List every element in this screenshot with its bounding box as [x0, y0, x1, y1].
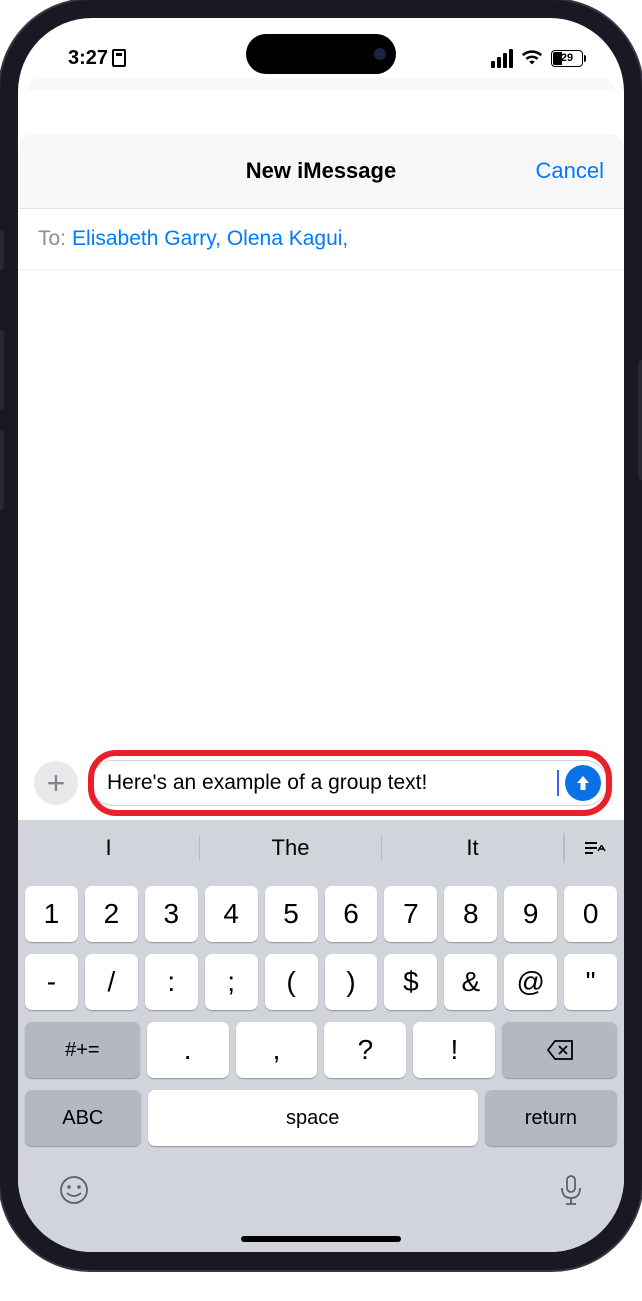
dynamic-island — [246, 34, 396, 74]
key-slash[interactable]: / — [85, 954, 138, 1010]
phone-frame: 3:27 29 — [0, 0, 642, 1270]
text-cursor — [557, 770, 559, 796]
key-0[interactable]: 0 — [564, 886, 617, 942]
plus-icon: + — [47, 765, 66, 802]
cellular-signal-icon — [491, 49, 513, 68]
key-paren-open[interactable]: ( — [265, 954, 318, 1010]
key-3[interactable]: 3 — [145, 886, 198, 942]
volume-up-button — [0, 330, 4, 410]
status-time: 3:27 — [68, 47, 108, 70]
contact-card-icon — [112, 49, 126, 67]
suggestion-2[interactable]: The — [200, 835, 382, 861]
key-exclaim[interactable]: ! — [413, 1022, 495, 1078]
emoji-icon — [58, 1174, 90, 1206]
key-dash[interactable]: - — [25, 954, 78, 1010]
front-camera-icon — [374, 48, 386, 60]
key-space[interactable]: space — [148, 1090, 478, 1146]
emoji-button[interactable] — [58, 1174, 90, 1216]
battery-percentage: 29 — [561, 52, 573, 64]
mute-switch — [0, 230, 4, 270]
message-input[interactable]: Here's an example of a group text! — [90, 760, 608, 806]
key-row-4: ABC space return — [18, 1090, 624, 1146]
keyboard: I The It 1 2 3 4 5 6 — [18, 820, 624, 1252]
to-label: To: — [38, 227, 66, 251]
key-8[interactable]: 8 — [444, 886, 497, 942]
key-row-3: #+= . , ? ! — [18, 1022, 624, 1078]
screen: 3:27 29 — [18, 18, 624, 1252]
key-ampersand[interactable]: & — [444, 954, 497, 1010]
arrow-up-icon — [573, 773, 593, 793]
key-question[interactable]: ? — [324, 1022, 406, 1078]
key-dollar[interactable]: $ — [384, 954, 437, 1010]
key-backspace[interactable] — [502, 1022, 617, 1078]
cancel-button[interactable]: Cancel — [536, 158, 604, 184]
add-attachment-button[interactable]: + — [34, 761, 78, 805]
power-button — [638, 360, 642, 480]
key-at[interactable]: @ — [504, 954, 557, 1010]
message-text: Here's an example of a group text! — [107, 771, 551, 795]
key-quote[interactable]: " — [564, 954, 617, 1010]
suggestion-bar: I The It — [18, 820, 624, 876]
microphone-icon — [558, 1174, 584, 1208]
key-period[interactable]: . — [147, 1022, 229, 1078]
suggestion-1[interactable]: I — [18, 835, 200, 861]
key-symbols[interactable]: #+= — [25, 1022, 140, 1078]
volume-down-button — [0, 430, 4, 510]
page-title: New iMessage — [246, 158, 396, 184]
key-9[interactable]: 9 — [504, 886, 557, 942]
compose-sheet: New iMessage Cancel To: Elisabeth Garry,… — [18, 134, 624, 1252]
key-return[interactable]: return — [485, 1090, 617, 1146]
key-paren-close[interactable]: ) — [325, 954, 378, 1010]
battery-indicator: 29 — [551, 50, 586, 67]
compose-bar: + Here's an example of a group text! — [18, 748, 624, 820]
wifi-icon — [521, 49, 543, 67]
key-6[interactable]: 6 — [325, 886, 378, 942]
dictation-button[interactable] — [558, 1174, 584, 1216]
key-5[interactable]: 5 — [265, 886, 318, 942]
home-indicator[interactable] — [241, 1236, 401, 1242]
recipients-field[interactable]: To: Elisabeth Garry, Olena Kagui, — [18, 209, 624, 270]
key-7[interactable]: 7 — [384, 886, 437, 942]
backspace-icon — [546, 1039, 574, 1061]
key-4[interactable]: 4 — [205, 886, 258, 942]
background-sheet — [28, 78, 614, 90]
key-colon[interactable]: : — [145, 954, 198, 1010]
key-2[interactable]: 2 — [85, 886, 138, 942]
keyboard-bottom-row — [18, 1158, 624, 1216]
send-button[interactable] — [565, 765, 601, 801]
suggestion-3[interactable]: It — [382, 835, 564, 861]
text-scan-icon — [583, 839, 607, 857]
key-1[interactable]: 1 — [25, 886, 78, 942]
key-abc[interactable]: ABC — [25, 1090, 141, 1146]
key-row-2: - / : ; ( ) $ & @ " — [18, 954, 624, 1010]
key-comma[interactable]: , — [236, 1022, 318, 1078]
recipient-names: Elisabeth Garry, Olena Kagui, — [72, 227, 348, 251]
conversation-area[interactable] — [18, 270, 624, 748]
key-semicolon[interactable]: ; — [205, 954, 258, 1010]
autofill-button[interactable] — [564, 832, 624, 864]
key-row-1: 1 2 3 4 5 6 7 8 9 0 — [18, 886, 624, 942]
nav-bar: New iMessage Cancel — [18, 134, 624, 209]
